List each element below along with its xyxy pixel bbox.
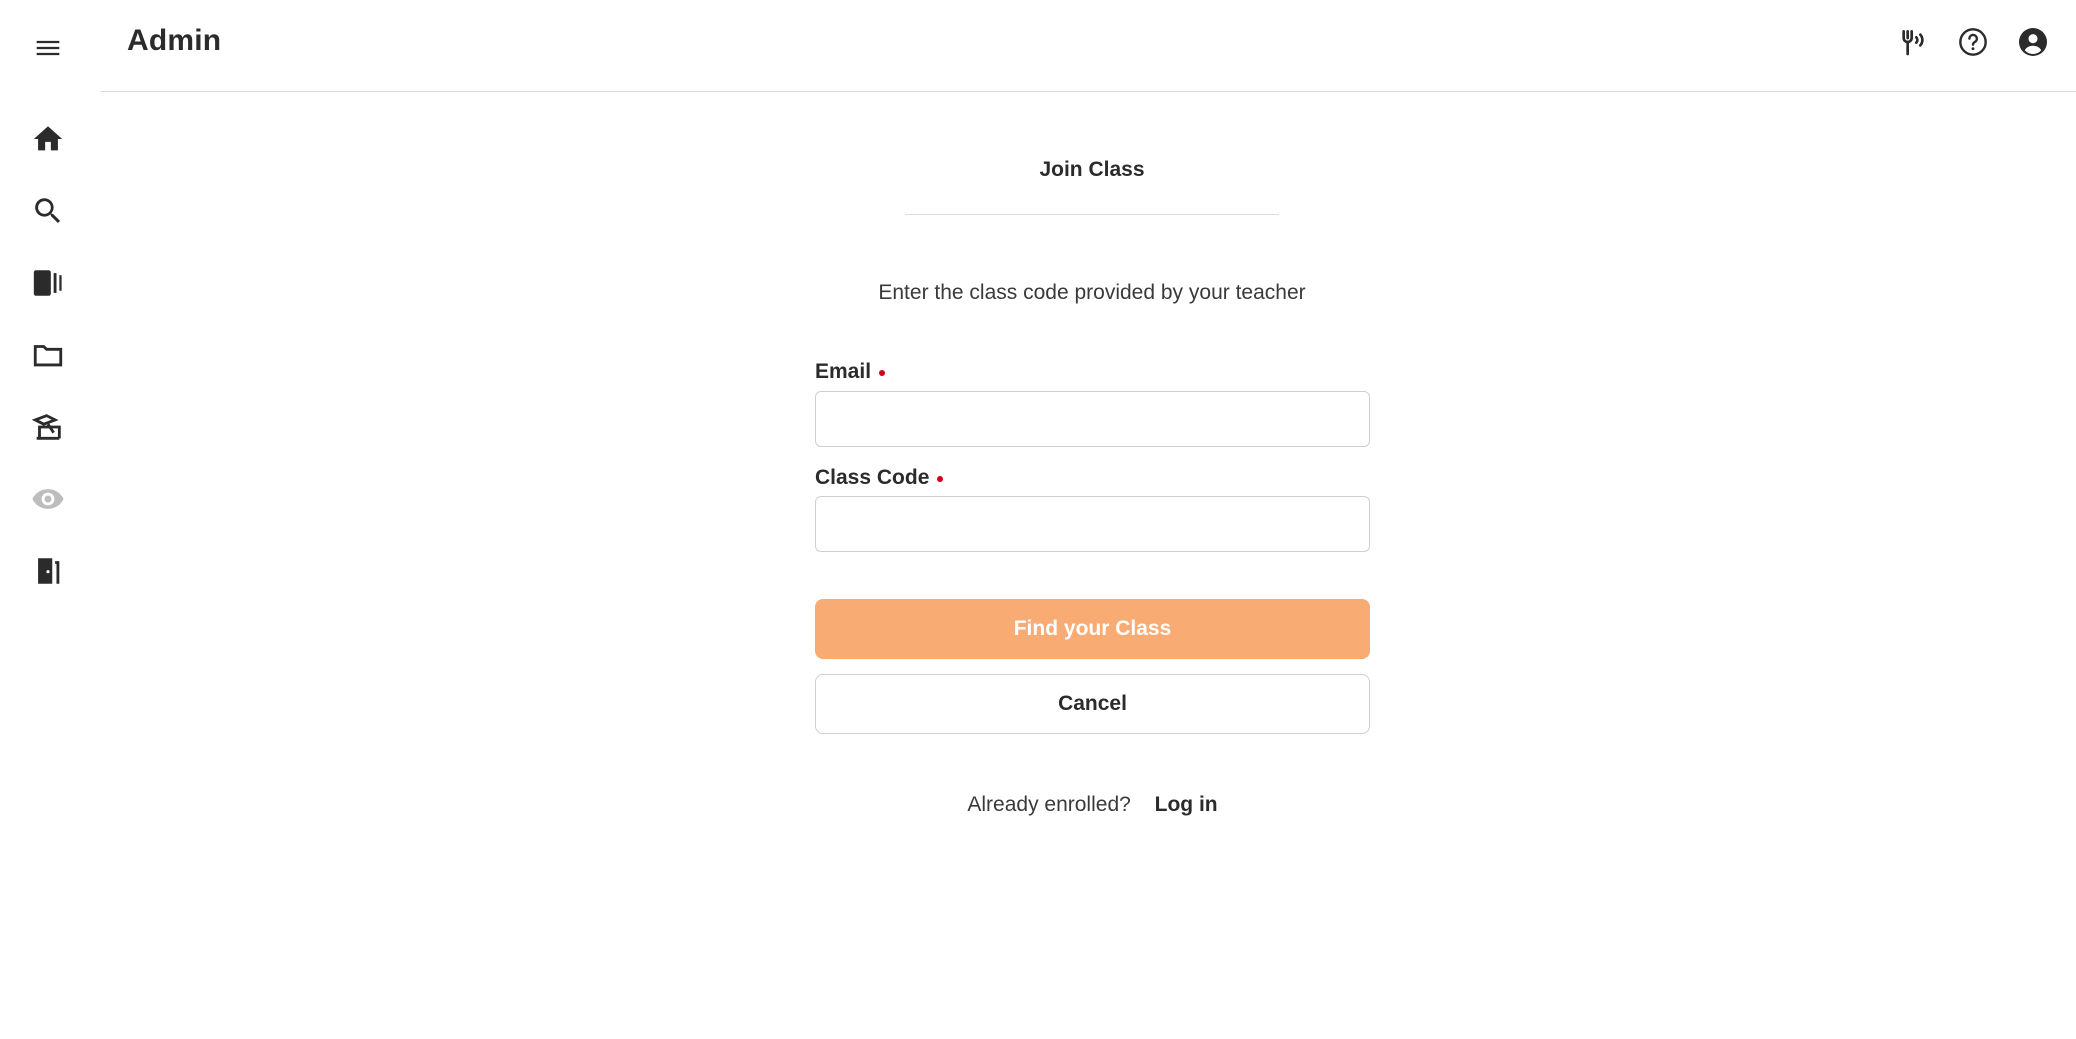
title-divider — [905, 214, 1279, 215]
menu-button[interactable] — [24, 24, 72, 72]
sidebar — [0, 0, 101, 1039]
class-code-label: Class Code — [815, 466, 944, 490]
sidebar-item-preview[interactable] — [24, 475, 72, 523]
search-icon — [35, 198, 61, 224]
sidebar-item-folders[interactable] — [24, 331, 72, 379]
audio-cast-icon — [1902, 30, 1924, 56]
email-label-text: Email — [815, 360, 872, 383]
email-field[interactable] — [815, 391, 1370, 447]
page-title: Admin — [127, 24, 222, 57]
home-icon — [33, 126, 63, 151]
email-label: Email — [815, 360, 886, 384]
exit-door-icon — [38, 558, 60, 584]
help-icon — [1959, 28, 1987, 56]
menu-icon — [36, 40, 60, 56]
eye-icon — [32, 489, 64, 509]
sidebar-item-home[interactable] — [24, 115, 72, 163]
class-code-field[interactable] — [815, 496, 1370, 552]
top-header: Admin — [101, 0, 2076, 92]
sidebar-item-exit[interactable] — [24, 547, 72, 595]
sidebar-item-search[interactable] — [24, 187, 72, 235]
required-indicator — [937, 476, 944, 482]
help-button[interactable] — [1951, 20, 1995, 64]
sidebar-item-library[interactable] — [24, 259, 72, 307]
cancel-button[interactable]: Cancel — [815, 674, 1370, 734]
account-icon — [2019, 28, 2047, 56]
sidebar-item-classes[interactable] — [24, 403, 72, 451]
required-indicator — [879, 370, 886, 376]
library-icon — [33, 270, 62, 296]
class-code-label-text: Class Code — [815, 466, 930, 489]
login-link[interactable]: Log in — [1155, 793, 1218, 816]
account-button[interactable] — [2011, 20, 2055, 64]
form-subtitle: Enter the class code provided by your te… — [878, 281, 1306, 304]
form-title: Join Class — [1039, 158, 1145, 181]
login-prompt: Already enrolled? Log in — [815, 793, 1370, 817]
audio-cast-button[interactable] — [1891, 20, 1935, 64]
already-enrolled-text: Already enrolled? — [967, 793, 1131, 816]
folder-icon — [33, 345, 63, 367]
graduation-icon — [31, 414, 61, 440]
find-class-button[interactable]: Find your Class — [815, 599, 1370, 659]
